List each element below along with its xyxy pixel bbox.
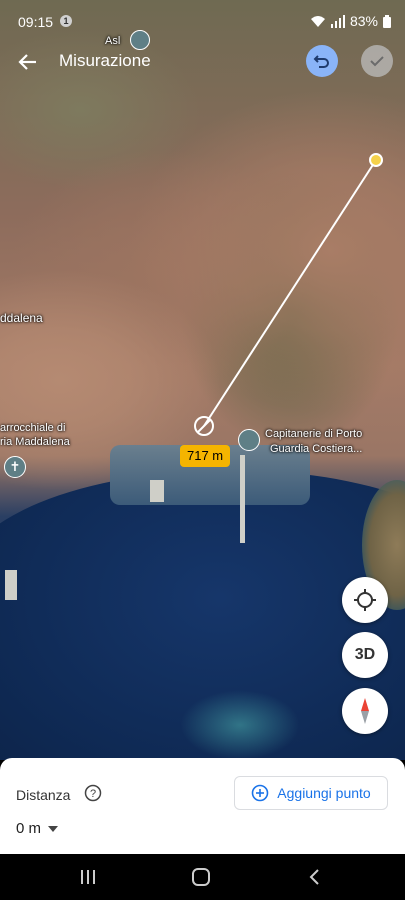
building-pin-icon[interactable] [238,429,260,451]
home-button[interactable] [191,867,211,887]
my-location-button[interactable] [342,577,388,623]
measurement-distance-label: 717 m [180,445,231,467]
toggle-3d-button[interactable]: 3D [342,632,388,678]
add-point-button[interactable]: Aggiungi punto [234,776,388,810]
map-label-capitaneria-1: Capitanerie di Porto [265,428,363,440]
map-label-maddalena: ddalena [0,311,43,325]
battery-percent: 83% [349,13,378,29]
measurement-panel: Distanza ? 0 m Aggiungi punto [0,758,405,854]
status-indicators: 83% [310,13,391,29]
status-time: 09:15 [18,14,54,30]
chevron-down-icon [48,825,59,832]
compass-button[interactable] [342,688,388,734]
nav-back-button[interactable] [305,867,325,887]
help-icon: ? [84,784,102,802]
map-label-church-1: arrocchiale di [0,422,66,434]
satellite-map[interactable]: Asl ddalena arrocchiale di ria Maddalena… [0,0,405,760]
church-pin-icon[interactable]: ✝ [4,456,26,478]
recents-button[interactable] [78,867,98,887]
svg-text:?: ? [90,788,96,800]
map-label-church-2: ria Maddalena [0,436,70,448]
back-button[interactable] [14,48,42,76]
wifi-icon [310,15,325,27]
page-title: Misurazione [59,51,151,70]
undo-button[interactable] [306,45,338,77]
compass-icon [361,698,369,724]
nav-back-icon [309,869,319,885]
help-button[interactable]: ? [84,784,102,802]
map-label-capitaneria-2: Guardia Costiera... [270,443,363,455]
done-button[interactable] [361,45,393,77]
my-location-icon [354,589,376,611]
battery-icon [383,14,391,28]
recents-icon [81,870,95,884]
app-header: Misurazione [0,42,405,82]
distance-value: 0 m [16,820,42,837]
distance-unit-selector[interactable]: 0 m [16,820,59,837]
add-circle-icon [251,784,269,802]
check-icon [370,56,384,67]
home-icon [192,868,210,886]
notification-badge: 1 [60,15,72,27]
system-nav-bar [0,854,405,900]
add-point-label: Aggiungi punto [277,785,371,801]
undo-icon [313,55,329,68]
signal-icon [330,14,345,28]
distance-label: Distanza [16,787,71,803]
back-arrow-icon [18,54,36,70]
status-bar: 09:15 1 83% [0,0,405,40]
